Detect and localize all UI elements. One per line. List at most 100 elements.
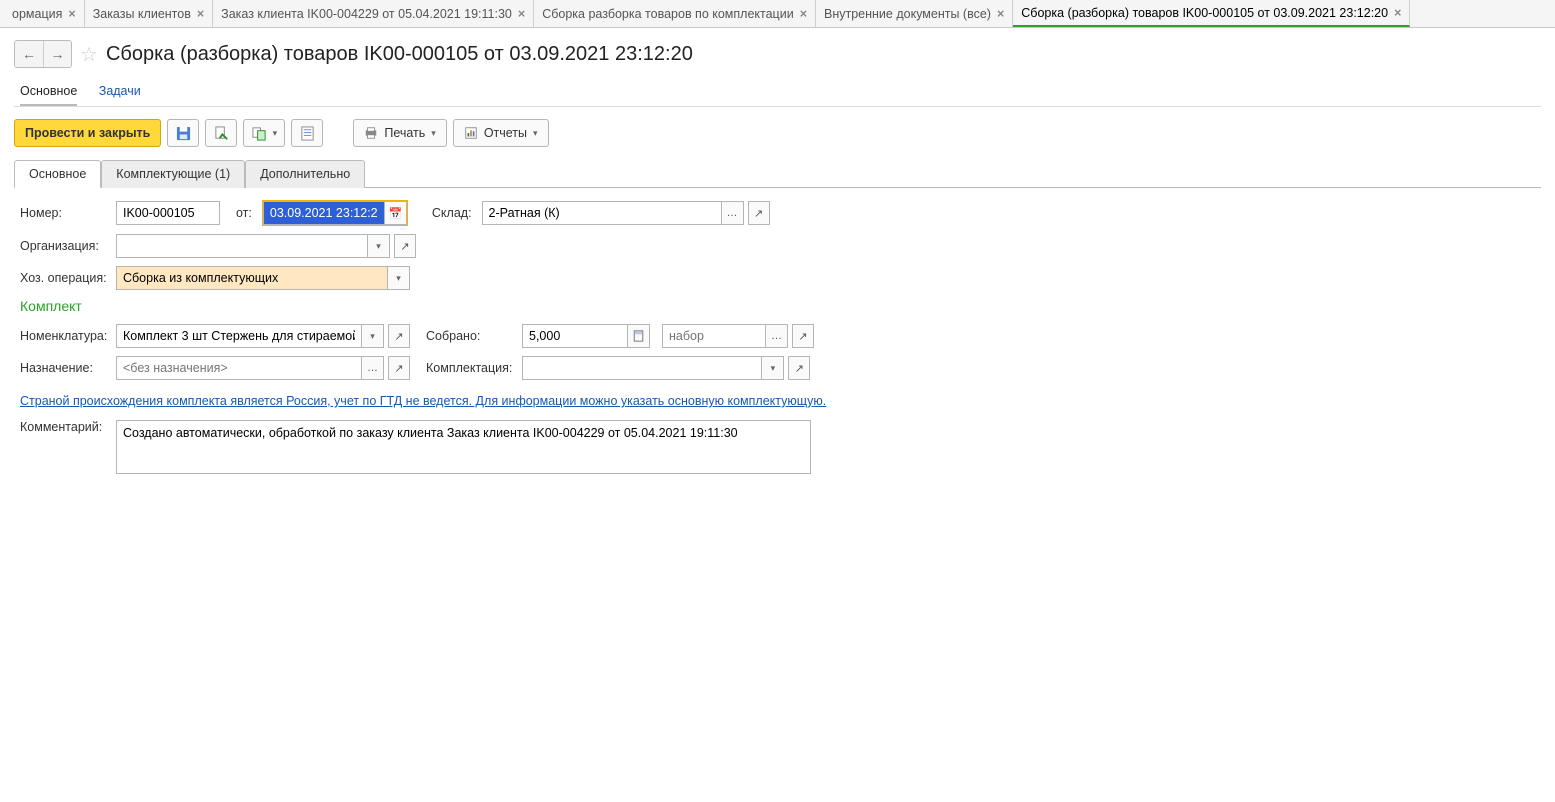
- favorite-star-icon[interactable]: ☆: [80, 42, 98, 67]
- dropdown-button[interactable]: ▾: [388, 266, 410, 290]
- close-icon[interactable]: ×: [197, 7, 204, 21]
- label-oper: Хоз. операция:: [20, 271, 110, 285]
- app-tab[interactable]: Сборка разборка товаров по комплектации ×: [534, 0, 816, 27]
- tab-extra[interactable]: Дополнительно: [245, 160, 365, 188]
- label-number: Номер:: [20, 206, 110, 220]
- print-label: Печать: [384, 126, 425, 140]
- app-tab-label: Заказ клиента IK00-004229 от 05.04.2021 …: [221, 7, 512, 21]
- select-button[interactable]: …: [362, 356, 384, 380]
- unit-field[interactable]: [662, 324, 766, 348]
- number-field[interactable]: [116, 201, 220, 225]
- reports-button[interactable]: Отчеты ▾: [453, 119, 549, 147]
- section-kit-title: Комплект: [20, 298, 1535, 314]
- app-tab-active[interactable]: Сборка (разборка) товаров IK00-000105 от…: [1013, 0, 1410, 27]
- close-icon[interactable]: ×: [518, 7, 525, 21]
- select-button[interactable]: …: [766, 324, 788, 348]
- tab-components[interactable]: Комплектующие (1): [101, 160, 245, 188]
- chevron-down-icon: ▾: [396, 273, 401, 284]
- page-title: Сборка (разборка) товаров IK00-000105 от…: [106, 43, 693, 66]
- based-on-icon: [252, 126, 267, 141]
- section-nav: Основное Задачи: [0, 74, 1555, 106]
- open-button[interactable]: ↗: [388, 356, 410, 380]
- app-tab-label: ормация: [12, 7, 62, 21]
- open-button[interactable]: ↗: [792, 324, 814, 348]
- app-tab-bar: ормация × Заказы клиентов × Заказ клиента …: [0, 0, 1555, 28]
- calculator-icon: [633, 330, 644, 342]
- report-icon: [464, 126, 478, 140]
- app-tab[interactable]: Заказ клиента IK00-004229 от 05.04.2021 …: [213, 0, 534, 27]
- complekt-field[interactable]: [522, 356, 762, 380]
- close-icon[interactable]: ×: [68, 7, 75, 21]
- calc-button[interactable]: [628, 324, 650, 348]
- nav-back-button[interactable]: ←: [15, 41, 43, 67]
- post-and-close-button[interactable]: Провести и закрыть: [14, 119, 161, 147]
- row-number-date-warehouse: Номер: от: 📅 Склад: … ↗: [20, 200, 1535, 226]
- comment-field[interactable]: [116, 420, 811, 474]
- chevron-down-icon: ▾: [431, 128, 436, 139]
- open-button[interactable]: ↗: [394, 234, 416, 258]
- section-main[interactable]: Основное: [20, 78, 77, 106]
- nav-buttons: ← →: [14, 40, 72, 68]
- date-field[interactable]: [263, 201, 385, 225]
- dropdown-button[interactable]: ▾: [362, 324, 384, 348]
- section-tasks[interactable]: Задачи: [99, 78, 141, 104]
- chevron-down-icon: ▾: [273, 128, 278, 139]
- label-assign: Назначение:: [20, 361, 110, 375]
- label-complekt: Комплектация:: [426, 361, 512, 375]
- save-button[interactable]: [167, 119, 199, 147]
- assembled-field[interactable]: [522, 324, 628, 348]
- tab-main[interactable]: Основное: [14, 160, 101, 188]
- warehouse-field[interactable]: [482, 201, 722, 225]
- label-nomen: Номенклатура:: [20, 329, 110, 343]
- oper-field[interactable]: [116, 266, 388, 290]
- based-on-button[interactable]: ▾: [243, 119, 285, 147]
- post-button[interactable]: [205, 119, 237, 147]
- post-icon: [214, 126, 229, 141]
- dropdown-button[interactable]: ▾: [762, 356, 784, 380]
- chevron-down-icon: ▾: [370, 331, 375, 342]
- assign-field[interactable]: [116, 356, 362, 380]
- nav-forward-button[interactable]: →: [43, 41, 71, 67]
- app-tab-label: Заказы клиентов: [93, 7, 191, 21]
- row-comment: Комментарий:: [20, 420, 1535, 474]
- app-tab[interactable]: Внутренние документы (все) ×: [816, 0, 1013, 27]
- label-comment: Комментарий:: [20, 420, 110, 434]
- chevron-down-icon: ▾: [771, 363, 776, 374]
- close-icon[interactable]: ×: [997, 7, 1004, 21]
- open-button[interactable]: ↗: [748, 201, 770, 225]
- app-tab-label: Сборка (разборка) товаров IK00-000105 от…: [1021, 6, 1388, 20]
- diskette-icon: [176, 126, 191, 141]
- select-button[interactable]: …: [722, 201, 744, 225]
- row-assign-complekt: Назначение: … ↗ Комплектация: ▾ ↗: [20, 356, 1535, 380]
- app-tab-label: Сборка разборка товаров по комплектации: [542, 7, 793, 21]
- dropdown-button[interactable]: ▾: [368, 234, 390, 258]
- doc-header: ← → ☆ Сборка (разборка) товаров IK00-000…: [0, 28, 1555, 74]
- label-org: Организация:: [20, 239, 110, 253]
- label-from: от:: [236, 206, 252, 220]
- app-tab-label: Внутренние документы (все): [824, 7, 991, 21]
- row-oper: Хоз. операция: ▾: [20, 266, 1535, 290]
- org-field[interactable]: [116, 234, 368, 258]
- nomen-field[interactable]: [116, 324, 362, 348]
- row-org: Организация: ▾ ↗: [20, 234, 1535, 258]
- open-button[interactable]: ↗: [788, 356, 810, 380]
- chevron-down-icon: ▾: [376, 241, 381, 252]
- app-tab[interactable]: Заказы клиентов ×: [85, 0, 213, 27]
- list-button[interactable]: [291, 119, 323, 147]
- row-nomen-assembled: Номенклатура: ▾ ↗ Собрано: … ↗: [20, 324, 1535, 348]
- list-icon: [300, 126, 315, 141]
- inner-tabs: Основное Комплектующие (1) Дополнительно: [14, 159, 1541, 188]
- print-button[interactable]: Печать ▾: [353, 119, 446, 147]
- form-body: Номер: от: 📅 Склад: … ↗ Организация: ▾ ↗…: [0, 188, 1555, 494]
- printer-icon: [364, 126, 378, 140]
- calendar-icon[interactable]: 📅: [385, 201, 407, 225]
- toolbar: Провести и закрыть ▾ Печать ▾ Отчеты ▾: [0, 107, 1555, 159]
- label-assembled: Собрано:: [426, 329, 512, 343]
- close-icon[interactable]: ×: [800, 7, 807, 21]
- info-link[interactable]: Страной происхождения комплекта является…: [20, 394, 826, 408]
- close-icon[interactable]: ×: [1394, 6, 1401, 20]
- app-tab[interactable]: ормация ×: [4, 0, 85, 27]
- label-warehouse: Склад:: [432, 206, 472, 220]
- date-field-highlight: 📅: [262, 200, 408, 226]
- open-button[interactable]: ↗: [388, 324, 410, 348]
